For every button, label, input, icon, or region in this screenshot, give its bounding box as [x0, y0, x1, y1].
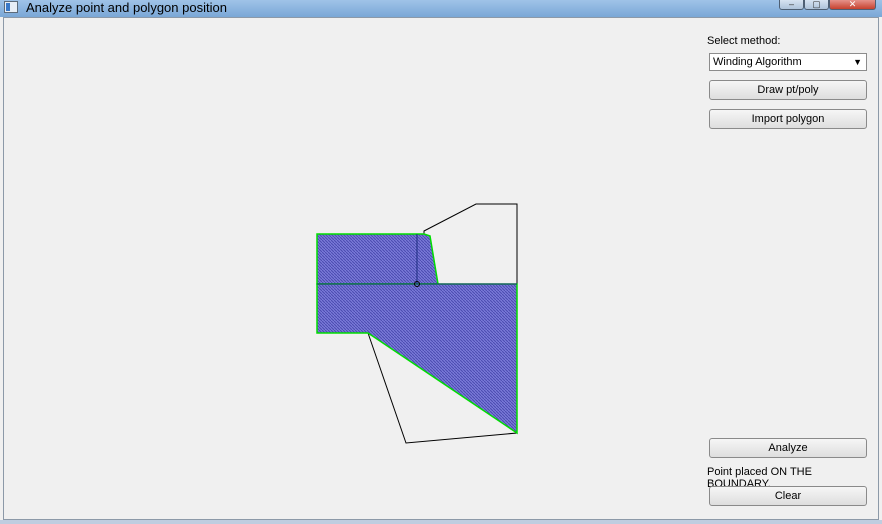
method-selected-value: Winding Algorithm [713, 56, 802, 68]
clear-button[interactable]: Clear [709, 486, 867, 506]
dropdown-arrow-icon: ▼ [853, 57, 862, 67]
window-title: Analyze point and polygon position [26, 0, 227, 15]
highlighted-polygon-lower [316, 283, 518, 435]
window-frame-bottom [0, 520, 882, 524]
polygon-outline-top [423, 203, 518, 285]
method-select[interactable]: Winding Algorithm ▼ [709, 53, 867, 71]
minimize-button[interactable]: – [779, 0, 804, 10]
method-label: Select method: [707, 35, 781, 47]
title-bar: Analyze point and polygon position – ▢ ✕ [0, 0, 882, 17]
main-window: Select method: Winding Algorithm ▼ Draw … [3, 17, 879, 520]
close-button[interactable]: ✕ [829, 0, 876, 10]
analyze-button[interactable]: Analyze [709, 438, 867, 458]
draw-point-polygon-button[interactable]: Draw pt/poly [709, 80, 867, 100]
highlighted-polygon-upper [316, 233, 439, 285]
import-polygon-button[interactable]: Import polygon [709, 109, 867, 129]
maximize-button[interactable]: ▢ [804, 0, 829, 10]
app-icon [4, 1, 18, 13]
